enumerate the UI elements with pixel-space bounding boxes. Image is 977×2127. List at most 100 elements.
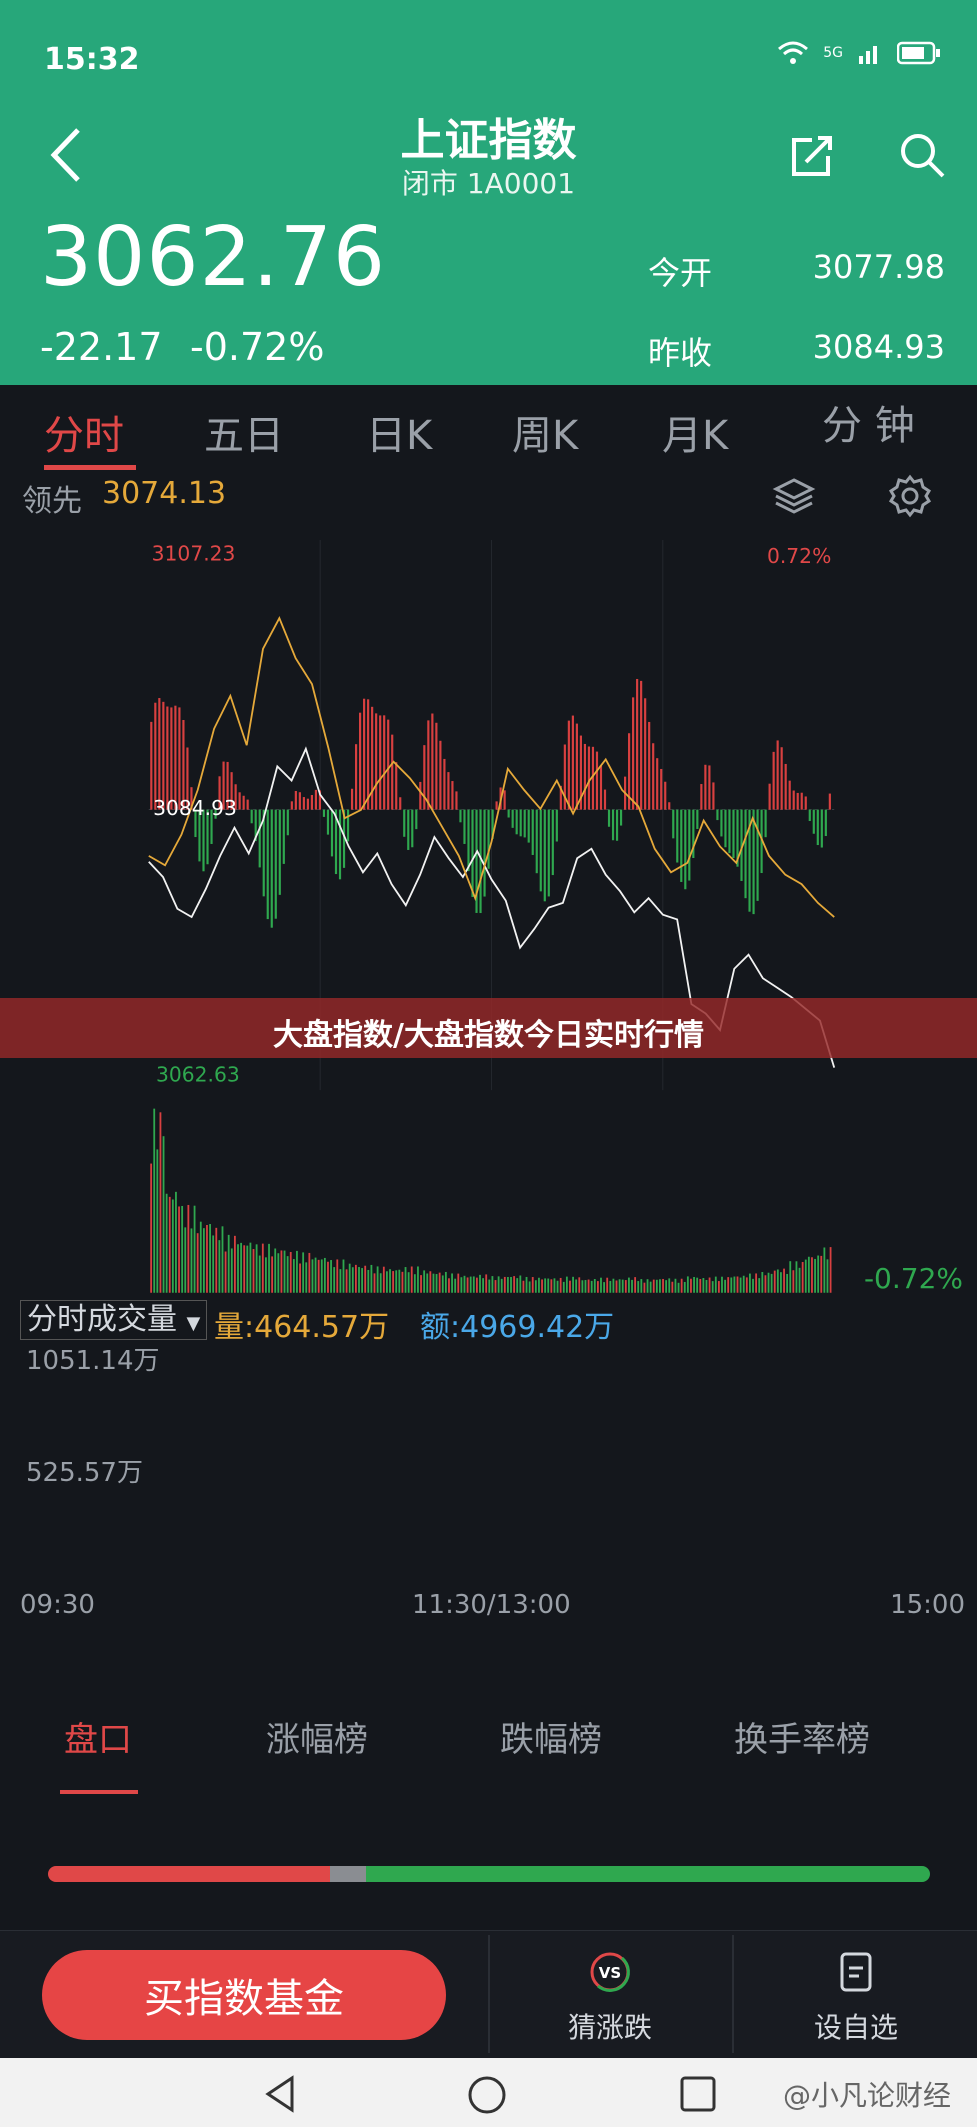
- tab-top-losers[interactable]: 跌幅榜: [500, 1712, 602, 1761]
- deviation-bar: [270, 809, 273, 928]
- deviation-bar: [788, 780, 791, 810]
- deviation-bar: [716, 809, 719, 821]
- intraday-chart[interactable]: 3107.23 0.72% 3084.93 3062.63: [18, 540, 965, 1300]
- deviation-bar: [688, 809, 691, 881]
- deviation-bar: [603, 789, 607, 810]
- volume-bar: [550, 1279, 553, 1293]
- volume-bar: [215, 1227, 218, 1293]
- deviation-bar: [266, 809, 269, 920]
- volume-bar: [336, 1259, 339, 1293]
- deviation-bar: [768, 783, 771, 810]
- watermark: @小凡论财经: [782, 2079, 951, 2112]
- tab-weekly-k[interactable]: 周K: [512, 403, 578, 461]
- deviation-bar: [820, 809, 823, 848]
- add-watchlist-button[interactable]: 设自选: [786, 1948, 926, 2052]
- volume-bar: [159, 1112, 162, 1293]
- deviation-bar: [507, 809, 510, 818]
- layers-icon[interactable]: [770, 472, 818, 520]
- volume-bar: [631, 1279, 633, 1293]
- tab-top-gainers[interactable]: 涨幅榜: [266, 1712, 368, 1761]
- deviation-bar: [399, 797, 402, 810]
- buy-index-fund-button[interactable]: 买指数基金: [42, 1950, 446, 2040]
- tab-order-book[interactable]: 盘口: [64, 1712, 132, 1761]
- volume-bar: [386, 1271, 388, 1293]
- price-low-label: 3062.63: [156, 1062, 240, 1086]
- volume-bar: [541, 1279, 543, 1293]
- volume-bar: [423, 1270, 426, 1293]
- volume-bar: [209, 1224, 211, 1293]
- volume-bar: [358, 1267, 360, 1293]
- tab-minute[interactable]: 分 钟: [822, 393, 915, 451]
- volume-bar: [559, 1277, 562, 1293]
- volume-bar: [370, 1264, 373, 1293]
- status-time: 15:32: [44, 42, 140, 77]
- tab-intraday[interactable]: 分时: [44, 403, 124, 461]
- volume-bar: [376, 1266, 379, 1293]
- gear-icon[interactable]: [886, 472, 934, 520]
- volume-bar: [187, 1204, 190, 1293]
- nav-recents-icon[interactable]: [678, 2074, 718, 2114]
- share-icon[interactable]: [786, 128, 840, 182]
- volume-bar: [503, 1276, 506, 1293]
- deviation-bar: [700, 784, 703, 810]
- deviation-bar: [330, 809, 334, 857]
- deviation-bar: [419, 781, 422, 810]
- volume-bar: [277, 1253, 280, 1293]
- deviation-bar: [503, 790, 506, 810]
- volume-bar: [649, 1281, 652, 1293]
- volume-selector[interactable]: 分时成交量 ▼: [20, 1300, 208, 1340]
- volume-bar: [224, 1251, 227, 1293]
- tab-five-day[interactable]: 五日: [204, 403, 284, 461]
- deviation-bar: [395, 762, 398, 810]
- tab-turnover[interactable]: 换手率榜: [734, 1712, 870, 1761]
- deviation-bar: [744, 809, 747, 899]
- tab-monthly-k[interactable]: 月K: [662, 403, 728, 461]
- deviation-bar: [487, 809, 490, 869]
- volume-bar: [280, 1250, 283, 1293]
- deviation-bar: [551, 809, 554, 876]
- volume-bar: [420, 1275, 422, 1293]
- deviation-bar: [704, 764, 707, 810]
- deviation-bar: [447, 772, 450, 810]
- deviation-bar: [824, 809, 827, 837]
- deviation-bar: [391, 734, 394, 810]
- deviation-bar: [383, 715, 386, 810]
- deviation-bar: [644, 698, 647, 810]
- volume-bar: [655, 1279, 658, 1293]
- volume-bar: [475, 1277, 478, 1293]
- volume-bar: [246, 1245, 249, 1293]
- volume-bar: [770, 1273, 773, 1293]
- volume-bar: [575, 1279, 578, 1293]
- deviation-bar: [547, 809, 550, 897]
- volume-bar: [584, 1280, 587, 1293]
- volume-max-label: 1051.14万: [26, 1346, 160, 1376]
- volume-bar: [162, 1136, 165, 1293]
- volume-bar: [292, 1259, 295, 1293]
- deviation-bar: [752, 809, 755, 915]
- volume-bar: [807, 1256, 810, 1293]
- volume-bar: [261, 1243, 264, 1293]
- volume-bar: [178, 1206, 180, 1293]
- deviation-bar: [652, 743, 655, 810]
- deviation-bar: [615, 809, 619, 841]
- guess-button[interactable]: VS 猜涨跌: [540, 1948, 680, 2052]
- deviation-bar: [567, 720, 570, 810]
- deviation-bar: [286, 809, 289, 836]
- volume-bar: [714, 1276, 717, 1293]
- volume-bar: [767, 1272, 770, 1293]
- deviation-bar: [443, 758, 446, 810]
- volume-bar: [389, 1269, 391, 1293]
- volume-bar: [206, 1225, 208, 1293]
- search-icon[interactable]: [895, 128, 949, 182]
- nav-back-icon[interactable]: [262, 2074, 298, 2114]
- flat-segment: [330, 1866, 366, 1882]
- volume-bar: [342, 1259, 345, 1293]
- volume-bar: [429, 1271, 432, 1293]
- volume-bar: [733, 1276, 736, 1293]
- nav-home-icon[interactable]: [466, 2074, 508, 2116]
- deviation-bar: [668, 802, 671, 810]
- volume-bar: [600, 1277, 602, 1293]
- tab-daily-k[interactable]: 日K: [366, 403, 432, 461]
- status-icons: 5G: [777, 40, 941, 66]
- volume-bar: [457, 1273, 460, 1293]
